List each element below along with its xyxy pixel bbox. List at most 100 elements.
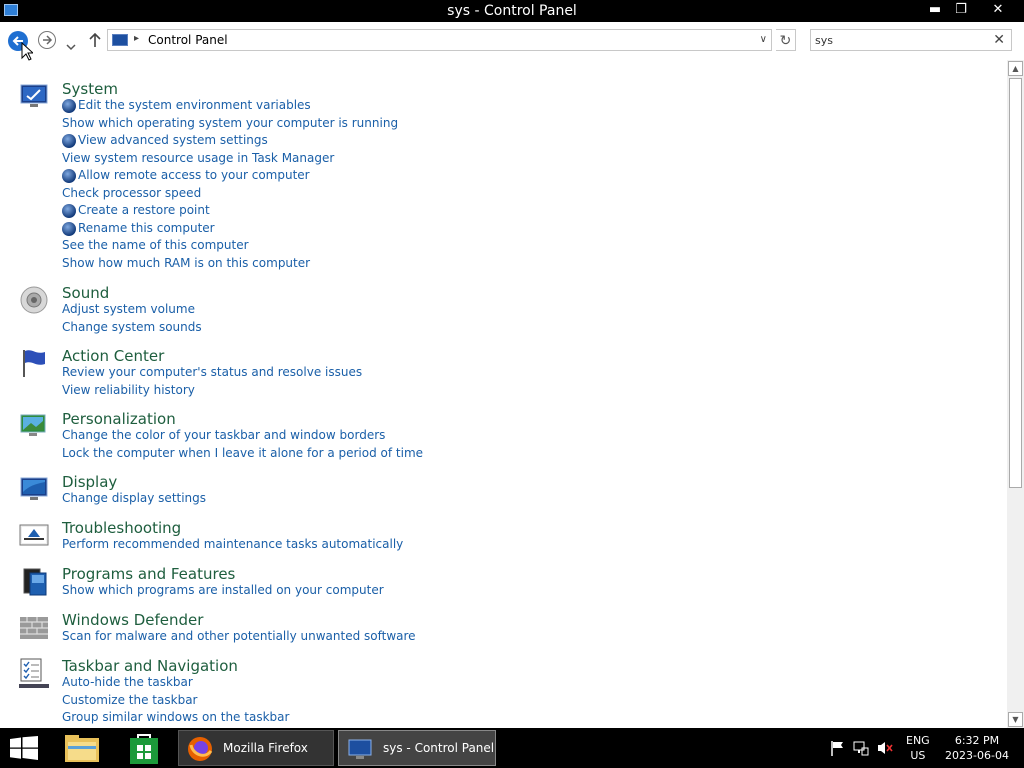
task-link[interactable]: Change display settings: [62, 491, 206, 505]
scroll-up-button[interactable]: ▲: [1008, 61, 1023, 76]
task-link[interactable]: Create a restore point: [62, 203, 210, 218]
task-link-label: Show which programs are installed on you…: [62, 583, 384, 597]
programs-icon[interactable]: [18, 565, 50, 597]
task-link-label: Auto-hide the taskbar: [62, 675, 193, 689]
recent-locations-button[interactable]: [66, 36, 76, 55]
scroll-down-button[interactable]: ▼: [1008, 712, 1023, 727]
volume-muted-icon[interactable]: [877, 740, 893, 756]
taskbar-checklist-icon[interactable]: [18, 657, 50, 689]
admin-shield-icon: [62, 134, 76, 148]
taskbar-item-control-panel[interactable]: sys - Control Panel: [338, 730, 496, 766]
clock[interactable]: 6:32 PM 2023-06-04: [944, 733, 1010, 763]
task-link-label: Perform recommended maintenance tasks au…: [62, 537, 404, 551]
address-dropdown-icon[interactable]: ∨: [760, 34, 767, 45]
group-title[interactable]: Sound: [62, 284, 109, 302]
taskbar-item-firefox[interactable]: Mozilla Firefox: [178, 730, 334, 766]
refresh-button[interactable]: ↻: [776, 29, 796, 51]
group-title[interactable]: Troubleshooting: [62, 519, 181, 537]
task-link-label: Group similar windows on the taskbar: [62, 710, 290, 724]
task-link[interactable]: See the name of this computer: [62, 238, 249, 252]
task-link[interactable]: Show how much RAM is on this computer: [62, 256, 310, 270]
task-link[interactable]: Scan for malware and other potentially u…: [62, 629, 416, 643]
scroll-thumb[interactable]: [1009, 78, 1022, 488]
mouse-cursor-icon: [21, 42, 33, 61]
task-link-label: Customize the taskbar: [62, 692, 198, 707]
admin-shield-icon: [62, 221, 76, 236]
address-bar[interactable]: ▸ Control Panel ∨: [107, 29, 772, 51]
task-link[interactable]: View system resource usage in Task Manag…: [62, 151, 334, 165]
breadcrumb-control-panel[interactable]: Control Panel: [148, 33, 228, 47]
task-link[interactable]: Review your computer's status and resolv…: [62, 365, 362, 379]
store-icon[interactable]: [124, 732, 164, 764]
task-link[interactable]: Auto-hide the taskbar: [62, 675, 193, 689]
task-link-label: Show how much RAM is on this computer: [62, 255, 311, 270]
task-link-label: Change display settings: [62, 491, 207, 505]
task-link-label: Show which operating system your compute…: [62, 115, 399, 130]
group-title[interactable]: Display: [62, 473, 117, 491]
task-link-label: Allow remote access to your computer: [78, 168, 310, 182]
flag-icon[interactable]: [18, 347, 50, 379]
keyboard-layout: US: [910, 749, 926, 762]
search-box[interactable]: ✕: [810, 29, 1012, 51]
group-title[interactable]: Programs and Features: [62, 565, 235, 583]
file-explorer-icon[interactable]: [62, 732, 102, 764]
title-bar: sys - Control Panel ▬ ❐ ✕: [0, 0, 1024, 22]
group-title[interactable]: Windows Defender: [62, 611, 203, 629]
group-title[interactable]: System: [62, 80, 118, 98]
up-button[interactable]: [88, 32, 102, 52]
search-input[interactable]: [815, 33, 985, 47]
start-button[interactable]: [10, 736, 38, 760]
task-link-label: View reliability history: [62, 382, 195, 397]
defender-wall-icon[interactable]: [18, 611, 50, 643]
speaker-icon[interactable]: [18, 284, 50, 316]
task-link[interactable]: Perform recommended maintenance tasks au…: [62, 537, 403, 551]
taskbar-item-label: Mozilla Firefox: [223, 741, 308, 755]
task-link[interactable]: Allow remote access to your computer: [62, 168, 310, 183]
system-monitor-icon[interactable]: [18, 80, 50, 112]
clock-date: 2023-06-04: [945, 749, 1009, 762]
troubleshooting-icon[interactable]: [18, 519, 50, 551]
group-title[interactable]: Action Center: [62, 347, 164, 365]
task-link-label: Lock the computer when I leave it alone …: [62, 445, 424, 460]
personalization-icon[interactable]: [18, 410, 50, 442]
task-link[interactable]: Customize the taskbar: [62, 693, 197, 707]
navigation-bar: ▸ Control Panel ∨ ↻ ✕: [0, 22, 1024, 60]
task-link[interactable]: Show which operating system your compute…: [62, 116, 398, 130]
language-code: ENG: [906, 734, 930, 747]
clear-search-icon[interactable]: ✕: [993, 32, 1005, 48]
task-link[interactable]: View reliability history: [62, 383, 195, 397]
task-link-label: Check processor speed: [62, 185, 202, 200]
clock-time: 6:32 PM: [954, 734, 1000, 747]
taskbar-item-label: sys - Control Panel: [383, 741, 495, 755]
task-link[interactable]: Adjust system volume: [62, 302, 195, 316]
action-center-flag-icon[interactable]: [830, 740, 844, 756]
task-link[interactable]: View advanced system settings: [62, 133, 268, 148]
chevron-down-icon: [66, 44, 76, 51]
forward-button[interactable]: [38, 31, 56, 49]
task-link[interactable]: Rename this computer: [62, 220, 215, 236]
restore-button[interactable]: ❐: [948, 0, 974, 20]
vertical-scrollbar[interactable]: ▲ ▼: [1007, 60, 1024, 728]
task-link-label: Adjust system volume: [62, 302, 195, 316]
task-link[interactable]: Change system sounds: [62, 320, 202, 334]
input-language-indicator[interactable]: ENG US: [906, 733, 930, 763]
task-link[interactable]: Group similar windows on the taskbar: [62, 710, 289, 724]
display-icon[interactable]: [18, 473, 50, 505]
task-link-label: Rename this computer: [78, 220, 215, 235]
group-title[interactable]: Taskbar and Navigation: [62, 657, 238, 675]
taskbar: Mozilla Firefox sys - Control Panel ENG …: [0, 728, 1024, 768]
task-link[interactable]: Change the color of your taskbar and win…: [62, 428, 385, 442]
task-link-label: See the name of this computer: [62, 238, 249, 252]
task-link[interactable]: Show which programs are installed on you…: [62, 583, 384, 597]
task-link[interactable]: Edit the system environment variables: [62, 98, 311, 113]
forward-arrow-icon: [43, 35, 53, 45]
minimize-button[interactable]: ▬: [922, 0, 948, 20]
breadcrumb-separator-icon[interactable]: ▸: [134, 33, 139, 44]
task-link-label: Change system sounds: [62, 319, 202, 334]
close-button[interactable]: ✕: [985, 0, 1011, 20]
search-results: System Edit the system environment variab…: [0, 60, 1006, 728]
network-icon[interactable]: [853, 740, 869, 756]
task-link[interactable]: Check processor speed: [62, 186, 201, 200]
group-title[interactable]: Personalization: [62, 410, 176, 428]
task-link[interactable]: Lock the computer when I leave it alone …: [62, 446, 423, 460]
